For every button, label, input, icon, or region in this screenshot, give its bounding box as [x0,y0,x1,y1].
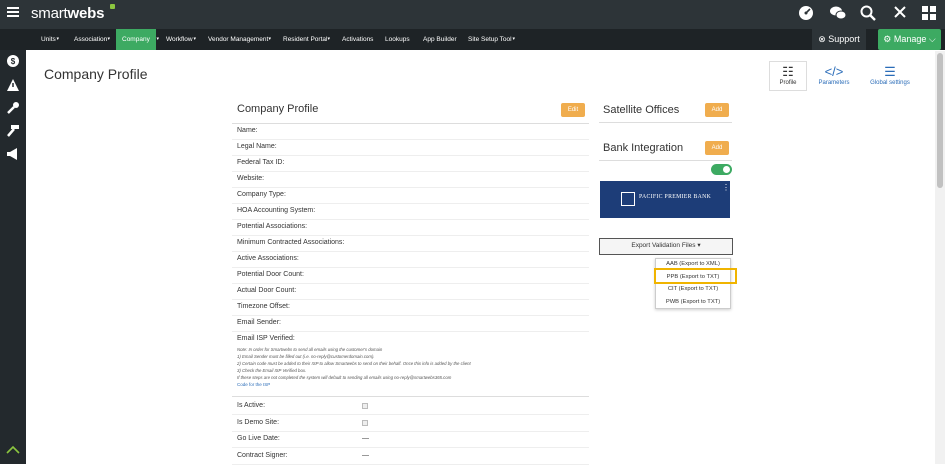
field-label: HOA Accounting System: [237,207,316,214]
card-menu-icon[interactable]: ⋮ [722,183,730,192]
export-validation-files-button[interactable]: Export Validation Files ▾ [599,238,733,255]
scrollbar-thumb[interactable] [937,53,943,188]
support-button[interactable]: ⊗ Support [812,29,866,50]
search-icon[interactable] [859,5,877,23]
nav-caret-icon: ▾ [193,36,197,42]
hamburger-icon[interactable] [5,5,21,21]
tab-global-settings[interactable]: ☰ Global settings [866,61,914,91]
nav-caret-icon: ▾ [327,36,331,42]
field-label: Email Sender: [237,319,281,326]
field-label: Website: [237,175,265,182]
page-title: Company Profile [44,66,148,82]
close-icon[interactable] [891,5,909,23]
field-label: Active Associations: [237,255,299,262]
profile-icon: ☷ [782,64,794,79]
add-satellite-button[interactable]: Add [705,103,729,117]
field-value: — [362,451,369,459]
field-label: Timezone Offset: [237,303,290,310]
email-note-line: If these steps are not completed the sys… [237,375,452,380]
svg-text:$: $ [11,57,16,66]
apps-icon[interactable] [920,5,938,23]
nav-item-app-builder[interactable]: App Builder [423,29,457,50]
email-note-line: 3) Check the Email ISP Verified box. [237,368,307,373]
wrench-icon[interactable] [5,101,21,117]
field-label: Federal Tax ID: [237,159,285,166]
field-label: Go Live Date: [237,435,280,442]
add-bank-button[interactable]: Add [705,141,729,155]
export-menu-item[interactable]: PWB (Export to TXT) [655,299,731,305]
email-note-line: Note: In order for Smartwebs to send all… [237,347,383,352]
email-note-line: 2) Certain code must be added to their I… [237,361,471,366]
field-label: Is Active: [237,402,266,409]
export-menu-item[interactable]: AAB (Export to XML) [655,261,731,267]
nav-item-site-setup-tool[interactable]: Site Setup Tool [468,29,512,50]
field-label: Actual Door Count: [237,287,297,294]
nav-item-units[interactable]: Units [41,29,56,50]
field-label: Potential Door Count: [237,271,304,278]
tab-profile[interactable]: ☷ Profile [769,61,807,91]
nav-caret-icon: ▾ [512,36,516,42]
field-value: — [362,435,369,442]
profile-heading: Company Profile [237,103,319,115]
nav-caret-icon: ▾ [268,36,272,42]
sidebar [0,29,26,464]
field-label: Legal Name: [237,143,277,150]
edit-button[interactable]: Edit [561,103,585,117]
nav-item-activations[interactable]: Activations [342,29,373,50]
bank-integration-title: Bank Integration [603,142,684,154]
manage-button[interactable]: ⚙ Manage ⌵ [878,29,941,50]
nav-item-workflow[interactable]: Workflow [166,29,193,50]
bank-name: PACIFIC PREMIER BANK [639,194,712,200]
code-icon: </> [824,64,844,79]
bank-integration-toggle[interactable] [711,164,732,175]
field-label: Company Type: [237,191,286,198]
field-label: Minimum Contracted Associations: [237,239,345,246]
home-icon[interactable] [5,445,21,462]
dashboard-icon[interactable] [797,5,815,23]
export-menu-item[interactable]: CIT (Export to TXT) [655,286,731,292]
field-label: Is Demo Site: [237,418,280,426]
code-for-isp-link[interactable]: Code for the ISP [237,382,270,387]
app-logo[interactable]: smartwebs [31,4,115,22]
email-note-line: 1) Email Sender must be filled out (i.e.… [237,354,375,359]
nav-caret-icon: ▾ [107,36,111,42]
nav-item-resident-portal[interactable]: Resident Portal [283,29,327,50]
dollar-icon[interactable]: $ [5,54,21,70]
tab-parameters[interactable]: </> Parameters [816,61,852,91]
alert-icon[interactable] [5,78,21,94]
field-label: Name: [237,127,258,134]
chat-icon[interactable] [829,5,847,23]
nav-item-lookups[interactable]: Lookups [385,29,410,50]
megaphone-icon[interactable] [5,147,21,163]
field-label: Contract Signer: [237,451,288,459]
field-label: Email ISP Verified: [237,335,295,342]
nav-caret-icon: ▾ [56,36,60,42]
bank-logo-icon [621,192,635,206]
checkbox[interactable] [362,419,368,426]
list-icon: ☰ [884,64,896,79]
nav-caret-icon: ▾ [156,36,160,42]
checkbox[interactable] [362,403,368,409]
hammer-icon[interactable] [5,124,21,140]
highlight-box [654,268,737,284]
nav-item-company[interactable]: Company [116,29,156,50]
nav-item-association[interactable]: Association [74,29,107,50]
satellite-offices-title: Satellite Offices [603,104,680,116]
field-label: Potential Associations: [237,223,308,230]
nav-item-vendor-management[interactable]: Vendor Management [208,29,268,50]
